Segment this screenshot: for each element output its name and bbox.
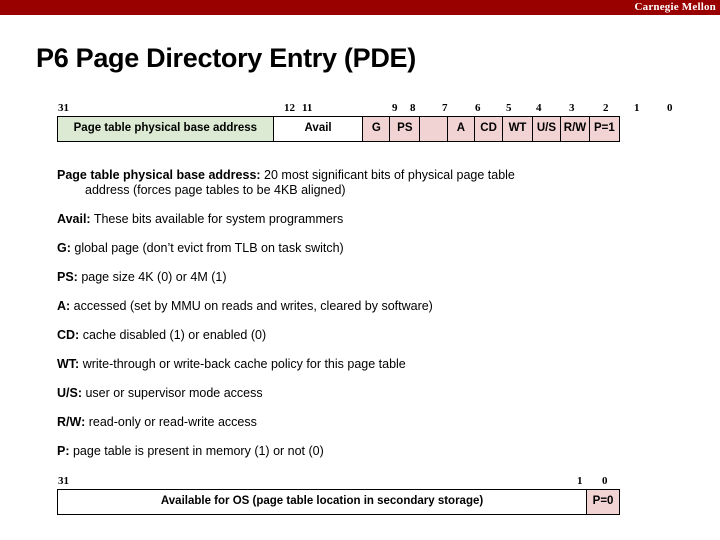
- notpresent-field-row: Available for OS (page table location in…: [57, 489, 620, 515]
- notpresent-bit-number-labels: 31 1 0: [57, 475, 620, 489]
- pde-present-bit-diagram: 31 12 11 9 8 7 6 5 4 3 2 1 0 Page table physical bas…: [57, 102, 673, 142]
- bit-number-label: 31: [58, 475, 69, 487]
- bit-field-label: P=1: [593, 122, 615, 135]
- field-description-text: 20 most significant bits of physical pag…: [260, 168, 515, 182]
- top-banner: Carnegie Mellon: [0, 0, 720, 15]
- field-description-item: CD: cache disabled (1) or enabled (0): [57, 328, 657, 343]
- field-description-text: global page (don’t evict from TLB on tas…: [70, 241, 344, 255]
- bit-number-label: 8: [410, 102, 416, 114]
- bit-field-cell: P=0: [587, 490, 619, 514]
- bit-field-label: CD: [480, 122, 497, 135]
- bit-number-label: 6: [475, 102, 481, 114]
- field-description-term: CD:: [57, 328, 80, 342]
- bit-number-label: 5: [506, 102, 512, 114]
- bit-field-label: Avail: [304, 122, 332, 135]
- field-description-text: These bits available for system programm…: [90, 212, 344, 226]
- field-description-term: P:: [57, 444, 70, 458]
- bit-field-cell: P=1: [589, 117, 619, 141]
- bit-number-label: 12: [284, 102, 295, 114]
- bit-number-label: 1: [634, 102, 640, 114]
- field-description-text: accessed (set by MMU on reads and writes…: [70, 299, 433, 313]
- bit-field-cell: R/W: [561, 117, 590, 141]
- bit-field-label: P=0: [592, 495, 614, 508]
- bit-field-label: PS: [397, 122, 413, 135]
- bit-field-label: WT: [508, 122, 527, 135]
- bit-field-label: A: [456, 122, 466, 135]
- bit-field-cell: Avail: [273, 117, 364, 141]
- bit-field-cell: CD: [474, 117, 504, 141]
- field-description-item: A: accessed (set by MMU on reads and wri…: [57, 299, 657, 314]
- pde-field-row: Page table physical base address Avail G PS…: [57, 116, 620, 142]
- field-description-item: WT: write-through or write-back cache po…: [57, 357, 657, 372]
- bit-field-cell: U/S: [532, 117, 562, 141]
- bit-field-cell: WT: [503, 117, 533, 141]
- field-description-item: PS: page size 4K (0) or 4M (1): [57, 270, 657, 285]
- field-description-item: Avail: These bits available for system p…: [57, 212, 657, 227]
- bit-field-label: G: [371, 122, 381, 135]
- page-title: P6 Page Directory Entry (PDE): [36, 43, 416, 73]
- bit-field-label: Available for OS (page table location in…: [160, 495, 484, 508]
- bit-number-label: 2: [603, 102, 609, 114]
- bit-field-label: U/S: [536, 122, 557, 135]
- bit-field-cell: G: [363, 117, 391, 141]
- bit-number-label: 9: [392, 102, 398, 114]
- bit-field-cell: PS: [390, 117, 421, 141]
- field-description-term: R/W:: [57, 415, 86, 429]
- field-description-item: P: page table is present in memory (1) o…: [57, 444, 657, 459]
- pde-bit-number-labels: 31 12 11 9 8 7 6 5 4 3 2 1 0: [57, 102, 673, 116]
- bit-field-cell: A: [448, 117, 475, 141]
- bit-number-label: 3: [569, 102, 575, 114]
- field-description-text: user or supervisor mode access: [82, 386, 263, 400]
- field-description-text: cache disabled (1) or enabled (0): [79, 328, 267, 342]
- bit-field-cell: [420, 117, 449, 141]
- field-description-term: Avail:: [57, 212, 91, 226]
- bit-number-label: 31: [58, 102, 69, 114]
- field-description-text: page size 4K (0) or 4M (1): [77, 270, 227, 284]
- field-description-term: U/S:: [57, 386, 82, 400]
- bit-number-label: 0: [667, 102, 673, 114]
- bit-number-label: 1: [577, 475, 583, 487]
- field-description-item: U/S: user or supervisor mode access: [57, 386, 657, 401]
- field-description-continuation: address (forces page tables to be 4KB al…: [85, 183, 346, 197]
- field-description-term: PS:: [57, 270, 78, 284]
- bit-number-label: 0: [602, 475, 608, 487]
- field-description-item: G: global page (don’t evict from TLB on …: [57, 241, 657, 256]
- field-description-term: G:: [57, 241, 71, 255]
- pde-notpresent-bit-diagram: 31 1 0 Available for OS (page table locati…: [57, 475, 620, 515]
- field-description-item: Page table physical base address: 20 mos…: [57, 168, 657, 198]
- bit-field-cell: Page table physical base address: [58, 117, 274, 141]
- bit-number-label: 7: [442, 102, 448, 114]
- bit-number-label: 4: [536, 102, 542, 114]
- field-description-term: A:: [57, 299, 71, 313]
- bit-field-label: Page table physical base address: [73, 122, 258, 135]
- field-descriptions-list: Page table physical base address: 20 mos…: [57, 168, 657, 473]
- field-description-text: write-through or write-back cache policy…: [79, 357, 406, 371]
- bit-number-label: 11: [302, 102, 313, 114]
- field-description-item: R/W: read-only or read-write access: [57, 415, 657, 430]
- field-description-term: WT:: [57, 357, 80, 371]
- field-description-term: Page table physical base address:: [57, 168, 261, 182]
- bit-field-cell: Available for OS (page table location in…: [58, 490, 588, 514]
- field-description-text: page table is present in memory (1) or n…: [69, 444, 324, 458]
- bit-field-label: R/W: [563, 122, 587, 135]
- carnegie-mellon-brand-label: Carnegie Mellon: [634, 1, 716, 13]
- field-description-text: read-only or read-write access: [85, 415, 257, 429]
